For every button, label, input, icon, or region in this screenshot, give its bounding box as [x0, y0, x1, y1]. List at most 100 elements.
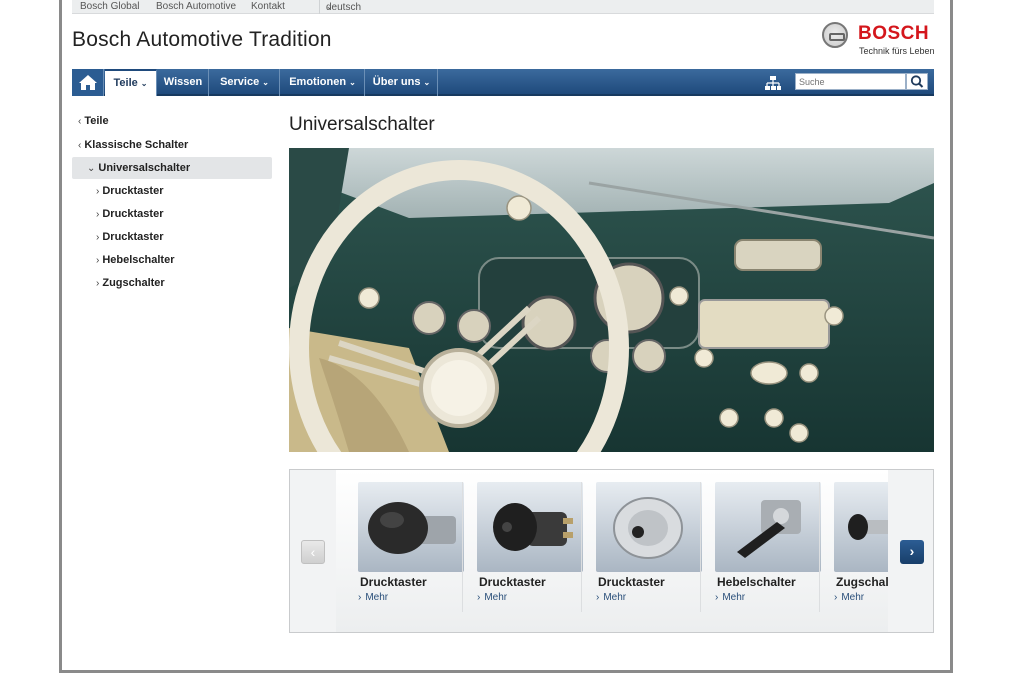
nav-item-wissen[interactable]: Wissen: [158, 69, 209, 96]
chevron-right-icon: ›: [96, 232, 100, 243]
nav-label: Service: [220, 76, 260, 88]
chevron-right-icon: ›: [96, 255, 100, 266]
hero-illustration: [289, 148, 934, 452]
product-image-drucktaster[interactable]: [358, 482, 464, 572]
nav-label: Über uns: [372, 76, 421, 88]
nav-item-ueber-uns[interactable]: Über uns ⌄: [366, 69, 438, 96]
more-link[interactable]: › Mehr: [715, 592, 745, 603]
product-name: Hebelschalter: [717, 575, 796, 589]
lever-switch-image: [737, 500, 801, 558]
product-card[interactable]: Hebelschalter › Mehr: [693, 482, 821, 622]
bosch-logo[interactable]: BOSCH Technik fürs Leben: [822, 22, 936, 58]
chevron-left-icon: ‹: [78, 116, 82, 127]
main-navigation: Teile ⌄ Wissen Service ⌄ Emotionen ⌄ Über u…: [72, 69, 934, 96]
chevron-right-icon: ›: [358, 592, 362, 603]
pull-switch-image: [848, 514, 888, 540]
bosch-armature-icon: [822, 22, 848, 48]
product-card[interactable]: Drucktaster › Mehr: [574, 482, 702, 622]
nav-item-teile[interactable]: Teile ⌄: [105, 69, 157, 96]
chevron-right-icon: ›: [96, 209, 100, 220]
sidebar-item-label: Universalschalter: [98, 162, 191, 174]
product-card[interactable]: Drucktaster › Mehr: [336, 482, 464, 622]
sidebar-item-drucktaster[interactable]: › Drucktaster: [96, 231, 163, 243]
more-link[interactable]: › Mehr: [834, 592, 864, 603]
chevron-right-icon: ›: [715, 592, 719, 603]
product-name: Zugschalter: [836, 575, 888, 589]
chevron-down-icon: ⌄: [326, 2, 333, 11]
more-link-label: Mehr: [603, 592, 627, 603]
sidebar-item-label: Klassische Schalter: [84, 139, 189, 151]
push-button-image: [493, 503, 573, 551]
sidebar-item-hebelschalter[interactable]: › Hebelschalter: [96, 254, 175, 266]
carousel-prev-button[interactable]: ‹: [301, 540, 325, 564]
more-link[interactable]: › Mehr: [477, 592, 507, 603]
link-bosch-global[interactable]: Bosch Global: [80, 1, 139, 12]
nav-label: Wissen: [163, 76, 203, 88]
product-name: Drucktaster: [598, 575, 665, 589]
chevron-right-icon: ›: [596, 592, 600, 603]
product-image-hebelschalter[interactable]: [715, 482, 821, 572]
nav-item-service[interactable]: Service ⌄: [210, 69, 280, 96]
logo-claim: Technik fürs Leben: [859, 46, 935, 56]
product-name: Drucktaster: [479, 575, 546, 589]
chevron-down-icon: ⌄: [423, 78, 431, 87]
search-button[interactable]: [906, 73, 928, 90]
chevron-left-icon: ‹: [78, 140, 82, 151]
carousel-viewport: Drucktaster › Mehr Drucktaster › Mehr Dr…: [336, 470, 888, 632]
push-button-image: [368, 502, 456, 554]
product-image-zugschalter[interactable]: [834, 482, 888, 572]
product-image-drucktaster[interactable]: [596, 482, 702, 572]
home-button[interactable]: [72, 69, 104, 96]
chevron-right-icon: ›: [96, 278, 100, 289]
sidebar-item-zugschalter[interactable]: › Zugschalter: [96, 277, 165, 289]
sidebar-item-universalschalter[interactable]: ⌄ Universalschalter: [87, 162, 190, 174]
product-image-drucktaster[interactable]: [477, 482, 583, 572]
chevron-down-icon: ⌄: [349, 78, 356, 87]
sidebar-item-teile[interactable]: ‹ Teile: [78, 115, 109, 127]
more-link[interactable]: › Mehr: [596, 592, 626, 603]
chevron-right-icon: ›: [477, 592, 481, 603]
product-card[interactable]: Drucktaster › Mehr: [455, 482, 583, 622]
nav-label: Teile: [113, 77, 138, 89]
chevron-left-icon: ‹: [310, 544, 316, 560]
product-name: Drucktaster: [360, 575, 427, 589]
chevron-right-icon: ›: [909, 543, 915, 559]
more-link-label: Mehr: [484, 592, 508, 603]
utility-bar: Bosch Global Bosch Automotive Kontakt de…: [72, 0, 934, 14]
sidebar-item-drucktaster[interactable]: › Drucktaster: [96, 185, 163, 197]
sidebar-item-drucktaster[interactable]: › Drucktaster: [96, 208, 163, 220]
search-input[interactable]: [795, 73, 906, 90]
chevron-right-icon: ›: [834, 592, 838, 603]
carousel-next-button[interactable]: ›: [900, 540, 924, 564]
more-link[interactable]: › Mehr: [358, 592, 388, 603]
sidebar-item-label: Zugschalter: [102, 277, 165, 289]
more-link-label: Mehr: [365, 592, 389, 603]
divider: [319, 0, 320, 14]
product-card[interactable]: Zugschalter ›Mehr: [812, 482, 888, 622]
chevron-right-icon: ›: [96, 186, 100, 197]
chevron-down-icon: ⌄: [140, 79, 148, 88]
sidebar-item-label: Drucktaster: [102, 208, 164, 220]
page-title: Universalschalter: [289, 114, 435, 135]
search-icon: [910, 75, 924, 88]
more-link-label: Mehr: [722, 592, 746, 603]
chevron-down-icon: ⌄: [87, 163, 96, 174]
nav-label: Emotionen: [289, 76, 347, 88]
sidebar-item-label: Hebelschalter: [102, 254, 175, 266]
product-carousel: ‹ › Drucktaster › Mehr Drucktaster › Meh…: [289, 469, 934, 633]
sidebar-item-label: Drucktaster: [102, 185, 164, 197]
sidebar-item-label: Teile: [84, 115, 109, 127]
home-icon: [79, 75, 97, 90]
hero-image-dashboard: [289, 148, 934, 452]
logo-brand: BOSCH: [858, 23, 930, 44]
sitemap-icon[interactable]: [764, 75, 782, 91]
chevron-down-icon: ⌄: [262, 78, 269, 87]
sidebar-item-klassische-schalter[interactable]: ‹ Klassische Schalter: [78, 139, 188, 151]
link-kontakt[interactable]: Kontakt: [251, 1, 285, 12]
sidebar-item-label: Drucktaster: [102, 231, 164, 243]
link-bosch-automotive[interactable]: Bosch Automotive: [156, 1, 236, 12]
nav-item-emotionen[interactable]: Emotionen ⌄: [281, 69, 365, 96]
site-title[interactable]: Bosch Automotive Tradition: [72, 28, 332, 52]
push-button-image: [613, 497, 683, 559]
more-link-label: Mehr: [841, 592, 865, 603]
